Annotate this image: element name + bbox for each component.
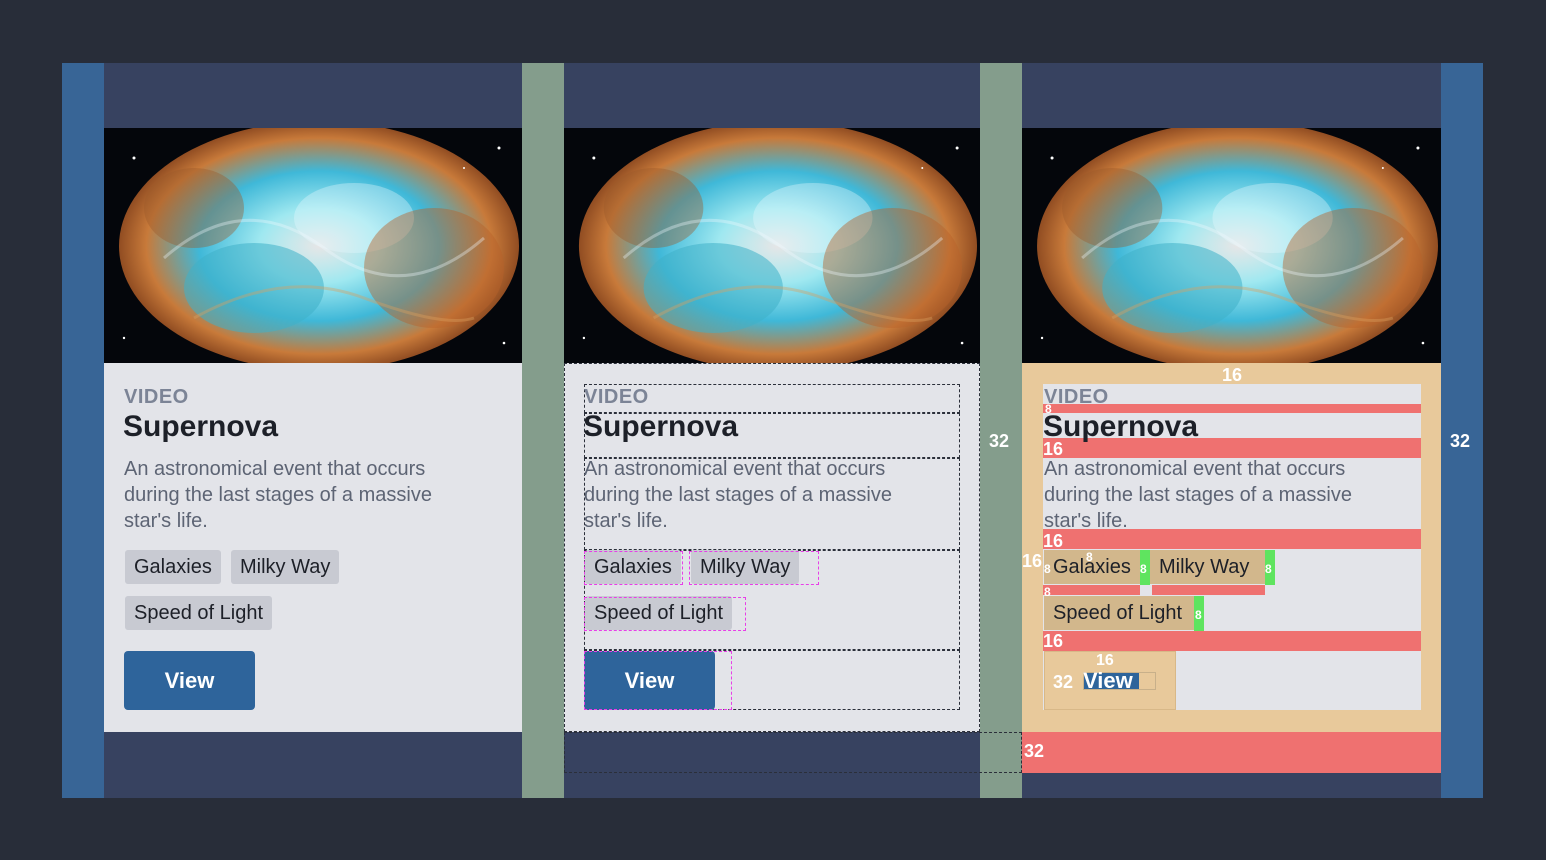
- card-description: An astronomical event that occurs during…: [584, 458, 892, 532]
- card-title: Supernova: [583, 410, 739, 443]
- tag-milky-way[interactable]: Milky Way: [231, 550, 340, 584]
- button-padding-x-label: 32: [1053, 672, 1074, 692]
- tag-outline: [584, 597, 746, 631]
- card-eyebrow: VIDEO: [584, 386, 649, 408]
- gap-tags-label: 16: [1043, 631, 1064, 651]
- tag-gap-label: 8: [1195, 608, 1202, 622]
- top-padding-label: 16: [1222, 365, 1243, 385]
- right-margin-label: 32: [1450, 431, 1471, 451]
- tag-padding-label: 8: [1086, 550, 1093, 564]
- tag-milky-way[interactable]: Milky Way: [1150, 550, 1258, 584]
- nebula-image-3: [1022, 128, 1441, 363]
- left-padding-label: 16: [1022, 551, 1043, 571]
- bottom-margin-label: 32: [1024, 741, 1045, 761]
- card-eyebrow: VIDEO: [124, 386, 189, 408]
- left-margin-panel: [62, 63, 104, 798]
- tag-gap-label: 8: [1140, 562, 1147, 576]
- gutter-label: 32: [989, 431, 1010, 451]
- card-bottom-outline: [564, 732, 1022, 773]
- card-eyebrow: VIDEO: [1044, 386, 1109, 408]
- tag-row-gap: [1152, 585, 1265, 595]
- gap-tags: [1043, 631, 1421, 651]
- tag-outline: [689, 551, 819, 585]
- tag-padding-label: 8: [1044, 585, 1051, 599]
- tag-galaxies[interactable]: Galaxies: [125, 550, 221, 584]
- crab-nebula-image: [1022, 128, 1441, 363]
- card-description: An astronomical event that occurs during…: [1044, 458, 1352, 532]
- tag-padding-label: 8: [1044, 562, 1051, 576]
- card-description: An astronomical event that occurs during…: [124, 458, 432, 532]
- tag-gap-label: 8: [1265, 562, 1272, 576]
- button-padding-y-label: 16: [1096, 652, 1114, 669]
- bottom-margin-overlay: [1022, 732, 1441, 773]
- card-title: Supernova: [1043, 410, 1199, 443]
- view-button[interactable]: View: [124, 651, 255, 710]
- tag-speed-of-light[interactable]: Speed of Light: [125, 596, 272, 630]
- crab-nebula-image: [104, 128, 522, 363]
- crab-nebula-image: [564, 128, 980, 363]
- tag-speed-of-light[interactable]: Speed of Light: [1044, 596, 1191, 630]
- tag-row-gap: [1043, 585, 1140, 595]
- gap-description-label: 16: [1043, 531, 1064, 551]
- nebula-image-2: [564, 128, 980, 363]
- card-title: Supernova: [123, 410, 279, 443]
- button-outline: [584, 651, 732, 710]
- nebula-image: [104, 128, 522, 363]
- tag-outline: [584, 551, 683, 585]
- gutter-1: [522, 63, 564, 798]
